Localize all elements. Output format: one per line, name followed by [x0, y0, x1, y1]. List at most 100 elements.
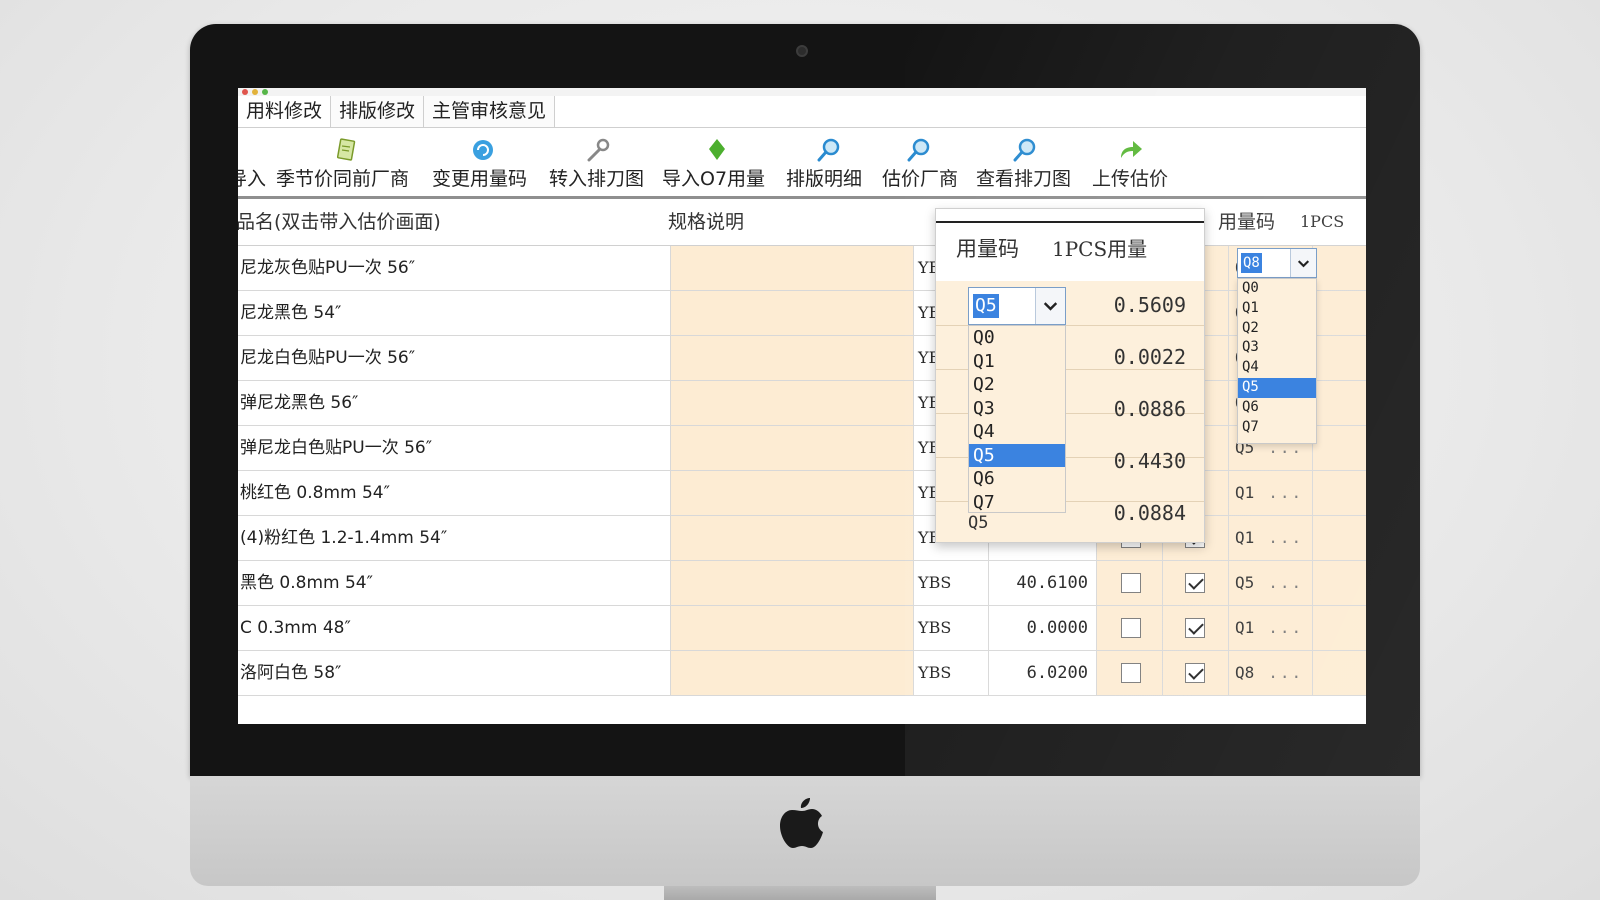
row-checkbox-b[interactable]: [1185, 663, 1205, 683]
column-header-pcs[interactable]: 1PCS: [1300, 199, 1344, 245]
spec-cell[interactable]: [670, 516, 913, 560]
camera-icon: [796, 45, 808, 57]
dropdown-option[interactable]: Q5: [1238, 377, 1316, 398]
usage-code-value: Q1: [1235, 528, 1255, 547]
estimate-vendor-button[interactable]: 估价厂商: [882, 132, 966, 192]
dropdown-option[interactable]: Q7: [969, 491, 1065, 515]
more-icon[interactable]: ...: [1268, 663, 1303, 682]
dropdown-option[interactable]: Q3: [1238, 338, 1316, 358]
dropdown-option[interactable]: Q2: [1238, 319, 1316, 339]
popup-header-code: 用量码: [956, 237, 1019, 261]
tab-manager-review[interactable]: 主管审核意见: [424, 96, 556, 128]
import-o7-usage-button[interactable]: 导入O7用量: [662, 132, 770, 192]
dropdown-option[interactable]: Q2: [969, 373, 1065, 397]
toolbar-label: 排版明细: [786, 168, 863, 190]
usage-code-popup: 用量码 1PCS用量 0.5609 0.0022 0.0886 0.4430 0…: [935, 208, 1205, 543]
row-checkbox-a[interactable]: [1121, 573, 1141, 593]
material-name-cell[interactable]: 弹尼龙白色贴PU一次 56″: [238, 426, 670, 470]
column-header-spec[interactable]: 规格说明: [668, 199, 744, 245]
more-icon[interactable]: ...: [1268, 618, 1303, 637]
material-name-cell[interactable]: 尼龙黑色 54″: [238, 291, 670, 335]
popup-usage-value: 0.0022: [1113, 345, 1186, 369]
row-checkbox-b[interactable]: [1185, 573, 1205, 593]
row-checkbox-a[interactable]: [1121, 618, 1141, 638]
row-usage-code-select[interactable]: Q8: [1237, 248, 1317, 278]
transfer-cutting-chart-button[interactable]: 转入排刀图: [549, 132, 653, 192]
dropdown-option[interactable]: Q0: [1238, 279, 1316, 299]
spec-cell[interactable]: [670, 651, 913, 695]
usage-code-cell[interactable]: Q1...: [1228, 606, 1312, 650]
tab-layout-edit[interactable]: 排版修改: [331, 96, 425, 128]
usage-code-cell[interactable]: Q1...: [1228, 471, 1312, 515]
popup-usage-value: 0.4430: [1113, 449, 1186, 473]
material-name-cell[interactable]: 桃红色 0.8mm 54″: [238, 471, 670, 515]
minimize-window-icon[interactable]: [252, 89, 258, 95]
dropdown-option[interactable]: Q4: [969, 420, 1065, 444]
pcs-cell: [1312, 651, 1366, 695]
spec-cell[interactable]: [670, 291, 913, 335]
upload-estimate-button[interactable]: 上传估价: [1092, 132, 1176, 192]
import-button[interactable]: 导入: [238, 132, 268, 192]
popup-rule: [936, 221, 1204, 223]
layout-detail-button[interactable]: 排版明细: [786, 132, 870, 192]
spec-cell[interactable]: [670, 606, 913, 650]
dropdown-option[interactable]: Q3: [969, 397, 1065, 421]
magnifier-icon: [907, 138, 930, 162]
more-icon[interactable]: ...: [1268, 528, 1303, 547]
window-titlebar: [238, 88, 1366, 96]
material-name-cell[interactable]: 黑色 0.8mm 54″: [238, 561, 670, 605]
tab-material-edit[interactable]: 用料修改: [238, 96, 332, 128]
quantity-cell[interactable]: 6.0200: [988, 651, 1096, 695]
change-usage-code-button[interactable]: 变更用量码: [432, 132, 536, 192]
table-row[interactable]: C 0.3mm 48″ YBS 0.0000 Q1...: [238, 606, 1366, 651]
checkbox-cell: [1096, 606, 1162, 650]
season-price-button[interactable]: 季节价同前厂商: [276, 132, 418, 192]
checkbox-cell: [1096, 651, 1162, 695]
table-row[interactable]: 洛阿白色 58″ YBS 6.0200 Q8...: [238, 651, 1366, 696]
usage-code-cell[interactable]: Q1...: [1228, 516, 1312, 560]
usage-code-select[interactable]: Q5: [968, 287, 1066, 325]
usage-code-cell[interactable]: Q5...: [1228, 561, 1312, 605]
spec-cell[interactable]: [670, 471, 913, 515]
quantity-cell[interactable]: 0.0000: [988, 606, 1096, 650]
dropdown-option[interactable]: Q1: [969, 350, 1065, 374]
more-icon[interactable]: ...: [1268, 573, 1303, 592]
material-name-cell[interactable]: C 0.3mm 48″: [238, 606, 670, 650]
pcs-cell: [1312, 516, 1366, 560]
dropdown-option[interactable]: Q7: [1238, 418, 1316, 438]
row-checkbox-b[interactable]: [1185, 618, 1205, 638]
spec-cell[interactable]: [670, 426, 913, 470]
spec-cell[interactable]: [670, 561, 913, 605]
checkbox-cell: [1162, 651, 1228, 695]
close-window-icon[interactable]: [242, 89, 248, 95]
usage-code-value: Q5: [1235, 573, 1255, 592]
pcs-cell: [1312, 291, 1366, 335]
spec-cell[interactable]: [670, 381, 913, 425]
material-name-cell[interactable]: 洛阿白色 58″: [238, 651, 670, 695]
dropdown-option[interactable]: Q0: [969, 326, 1065, 350]
chevron-down-icon[interactable]: [1035, 288, 1065, 324]
pcs-cell: [1312, 606, 1366, 650]
dropdown-option[interactable]: Q6: [1238, 398, 1316, 418]
more-icon[interactable]: ...: [1268, 483, 1303, 502]
dropdown-option[interactable]: Q5: [969, 443, 1065, 467]
material-name-cell[interactable]: 尼龙灰色贴PU一次 56″: [238, 246, 670, 290]
table-row[interactable]: 黑色 0.8mm 54″ YBS 40.6100 Q5...: [238, 561, 1366, 606]
quantity-cell[interactable]: 40.6100: [988, 561, 1096, 605]
pcs-cell: [1312, 246, 1366, 290]
chevron-down-icon[interactable]: [1290, 249, 1316, 277]
column-header-name[interactable]: 品名(双击带入估价画面): [238, 199, 441, 245]
material-name-cell[interactable]: 尼龙白色贴PU一次 56″: [238, 336, 670, 380]
material-name-cell[interactable]: 弹尼龙黑色 56″: [238, 381, 670, 425]
column-header-code[interactable]: 用量码: [1218, 199, 1275, 245]
dropdown-option[interactable]: Q4: [1238, 358, 1316, 378]
maximize-window-icon[interactable]: [262, 89, 268, 95]
view-cutting-chart-button[interactable]: 查看排刀图: [976, 132, 1080, 192]
spec-cell[interactable]: [670, 336, 913, 380]
dropdown-option[interactable]: Q6: [969, 467, 1065, 491]
spec-cell[interactable]: [670, 246, 913, 290]
row-checkbox-a[interactable]: [1121, 663, 1141, 683]
dropdown-option[interactable]: Q1: [1238, 299, 1316, 319]
material-name-cell[interactable]: (4)粉红色 1.2-1.4mm 54″: [238, 516, 670, 560]
usage-code-cell[interactable]: Q8...: [1228, 651, 1312, 695]
